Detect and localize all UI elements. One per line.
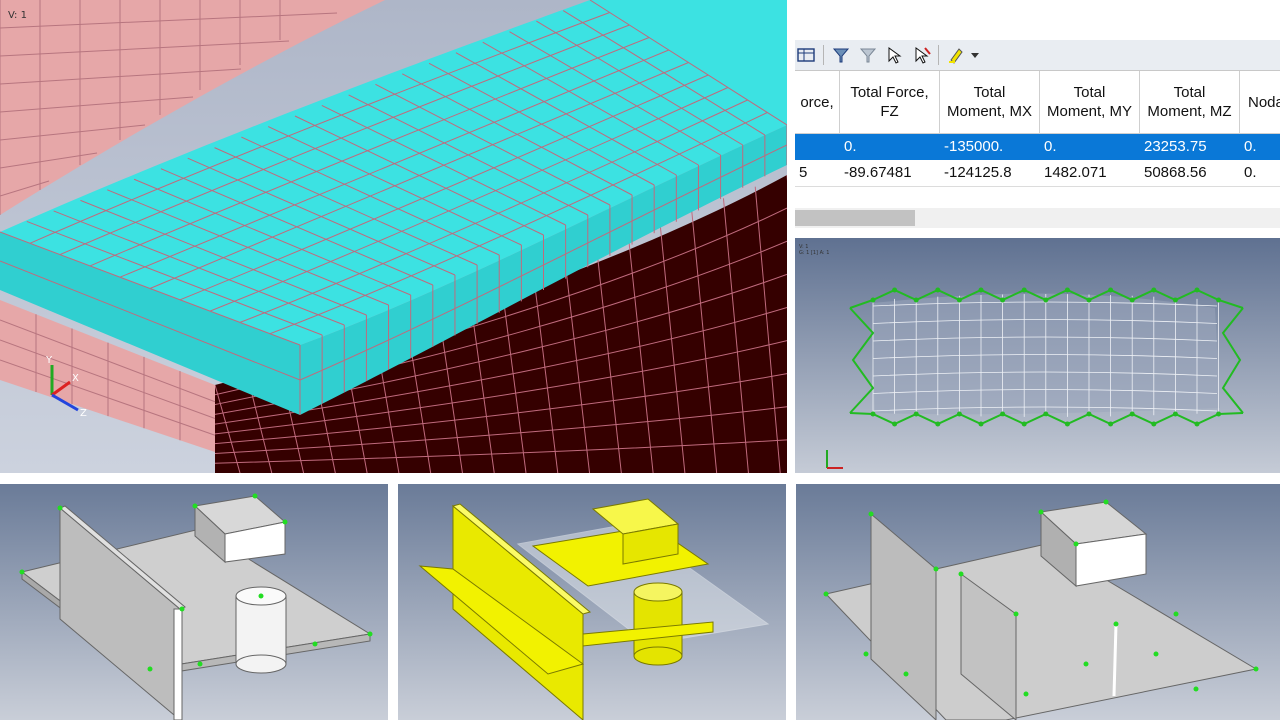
column-header[interactable]: Total Moment, MZ (1140, 71, 1240, 134)
part-viewport-result[interactable] (796, 484, 1280, 720)
mesh-node (1216, 411, 1222, 417)
mesh-node (1000, 297, 1006, 303)
filter-icon[interactable] (830, 44, 852, 66)
mesh-node (1129, 411, 1135, 417)
table-cell: -135000. (944, 138, 1004, 155)
mesh-node (1064, 421, 1070, 427)
mesh-node (1172, 297, 1178, 303)
mesh-node (1151, 421, 1157, 427)
table-cell: 0. (1244, 164, 1257, 181)
mesh-node (870, 297, 876, 303)
mesh-node (913, 411, 919, 417)
column-header[interactable]: Total Moment, MX (940, 71, 1040, 134)
table-cell: 0. (844, 138, 857, 155)
pick-clear-icon[interactable] (911, 44, 933, 66)
thin-rib (173, 608, 183, 720)
cylinder-bottom (235, 654, 287, 674)
mesh-node (1000, 411, 1006, 417)
mesh-node (892, 287, 898, 293)
mesh-node (870, 411, 876, 417)
mesh-node (1043, 411, 1049, 417)
mesh-node (1108, 287, 1114, 293)
cylinder (235, 595, 287, 665)
mesh-node (935, 421, 941, 427)
mesh-node (1172, 411, 1178, 417)
filter-clear-icon[interactable] (857, 44, 879, 66)
mesh-viewport-canvas[interactable] (795, 238, 1280, 473)
mesh-node (956, 297, 962, 303)
yellow-cylinder-top (633, 582, 683, 602)
table-cell: 50868.56 (1144, 164, 1207, 181)
table-cell: 1482.071 (1044, 164, 1107, 181)
table-cell: -124125.8 (944, 164, 1012, 181)
part-viewport-canvas[interactable] (796, 484, 1280, 720)
horizontal-scrollbar[interactable] (795, 208, 1280, 228)
mesh-node (935, 287, 941, 293)
part-viewport-cylinder[interactable] (0, 484, 388, 720)
table-cell (795, 134, 840, 160)
mesh-node (1151, 287, 1157, 293)
mesh-node (1216, 297, 1222, 303)
table-cell: -89.67481 (844, 164, 912, 181)
mesh-node (1086, 411, 1092, 417)
scrollbar-thumb[interactable] (795, 210, 915, 226)
mesh-node (956, 411, 962, 417)
part-viewport-selected[interactable] (398, 484, 786, 720)
mesh-node (892, 421, 898, 427)
main-viewport[interactable]: Y X Z V: 1 (0, 0, 787, 473)
table-cell: 5 (799, 164, 808, 181)
part-viewport-canvas[interactable] (398, 484, 786, 720)
mesh-node (1194, 287, 1200, 293)
mesh-node (1086, 297, 1092, 303)
highlight-icon[interactable] (945, 44, 967, 66)
column-header[interactable]: orce, (795, 71, 840, 134)
svg-text:Y: Y (45, 355, 53, 366)
mesh-node (1129, 297, 1135, 303)
svg-text:X: X (72, 373, 79, 384)
mesh-node (1194, 421, 1200, 427)
table-cell: 0. (1044, 138, 1057, 155)
mesh-viewport[interactable]: V: 1 G: 1 [1] A: 1 (795, 238, 1280, 473)
column-header[interactable]: Total Moment, MY (1040, 71, 1140, 134)
dropdown-icon[interactable] (969, 44, 981, 66)
mesh-node (1043, 297, 1049, 303)
window-top-bar (795, 0, 1280, 41)
table-row[interactable]: 5 -89.67481 -124125.8 1482.071 50868.56 … (795, 160, 1280, 187)
mesh-node (1108, 421, 1114, 427)
mesh-node (913, 297, 919, 303)
table-row[interactable]: 0. -135000. 0. 23253.75 0. (795, 134, 1280, 160)
columns-icon[interactable] (795, 44, 817, 66)
mesh-surface (873, 293, 1220, 415)
viewport-label: V: 1 (8, 10, 27, 21)
pick-icon[interactable] (884, 44, 906, 66)
yellow-cylinder (633, 591, 683, 657)
table-cell: 0. (1244, 138, 1257, 155)
column-header[interactable]: Noda (1240, 71, 1280, 134)
main-viewport-canvas[interactable]: Y X Z (0, 0, 787, 473)
table-toolbar (795, 40, 1280, 71)
white-edge (1112, 623, 1118, 697)
results-table-panel: orce, Total Force, FZ Total Moment, MX T… (795, 0, 1280, 230)
mesh-node (1021, 421, 1027, 427)
mesh-node (1021, 287, 1027, 293)
viewport-sublabel: G: 1 [1] A: 1 (799, 250, 830, 256)
part-viewport-canvas[interactable] (0, 484, 388, 720)
toolbar-separator (823, 45, 824, 65)
column-header[interactable]: Total Force, FZ (840, 71, 940, 134)
table-cell: 23253.75 (1144, 138, 1207, 155)
mesh-node (978, 287, 984, 293)
toolbar-separator (938, 45, 939, 65)
yellow-cylinder-bottom (633, 646, 683, 666)
mesh-node (1064, 287, 1070, 293)
svg-text:Z: Z (80, 408, 87, 419)
mesh-node (978, 421, 984, 427)
